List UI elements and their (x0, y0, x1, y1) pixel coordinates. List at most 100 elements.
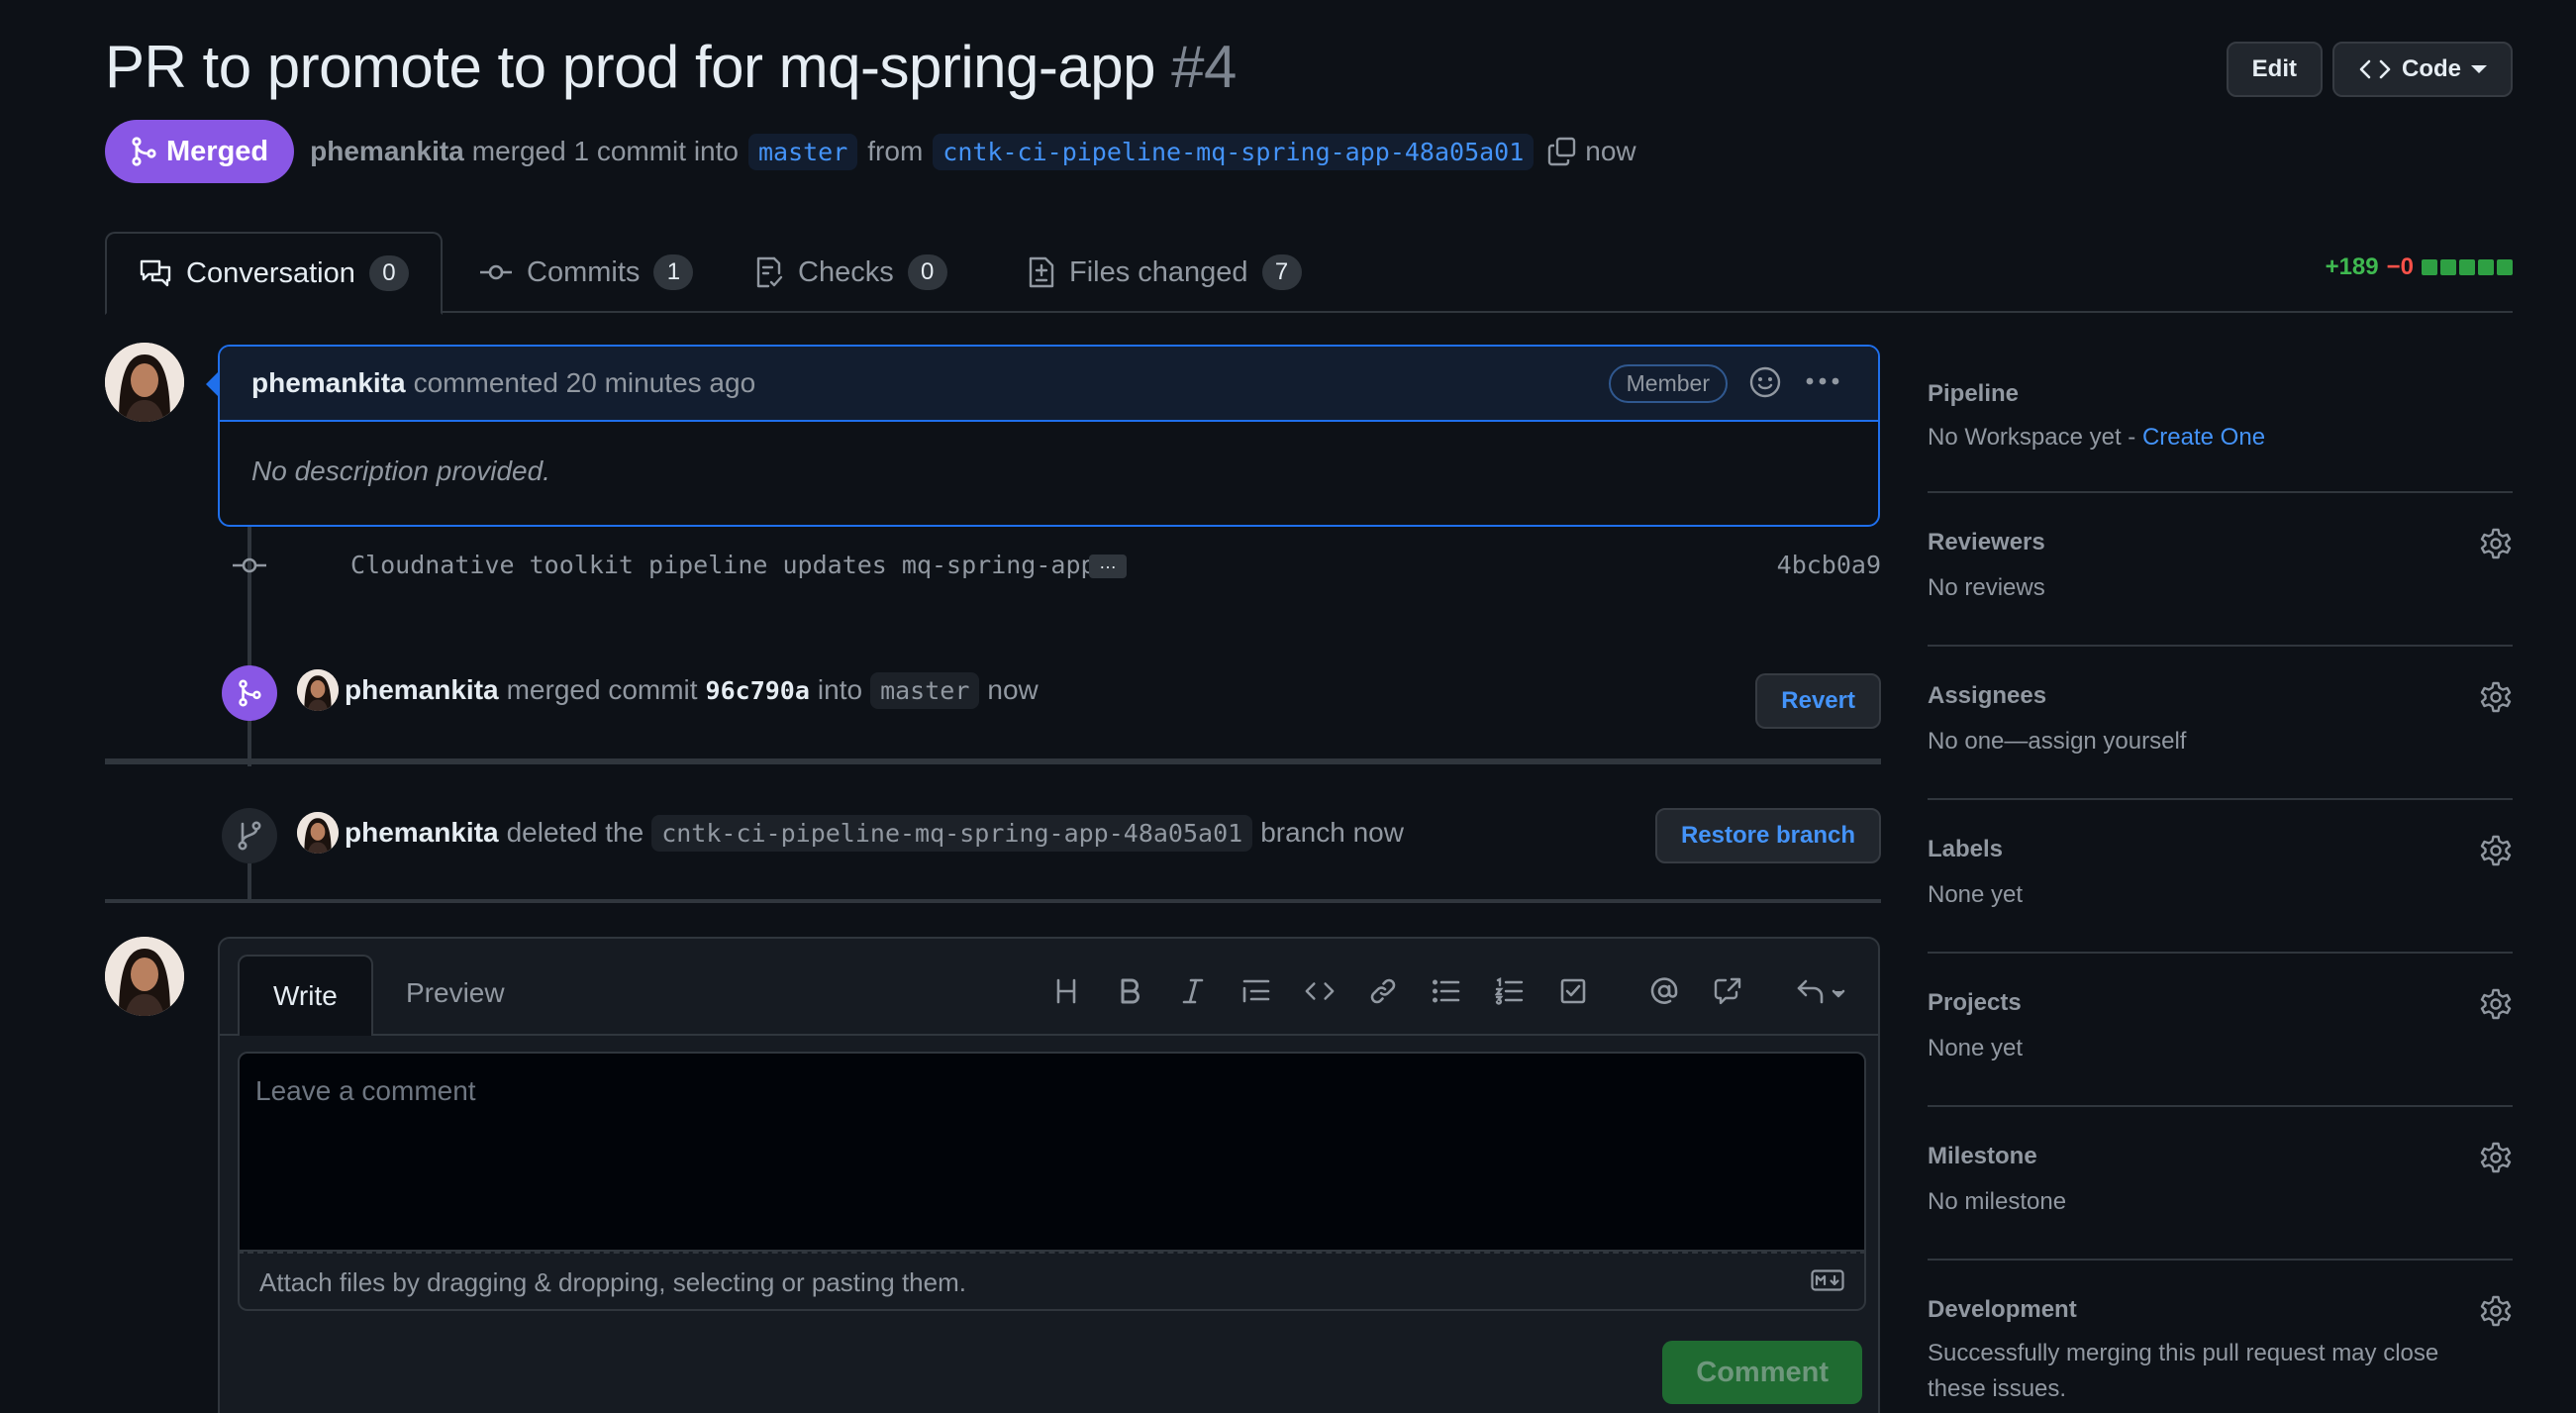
sidebar-milestone-title: Milestone (1928, 1143, 2037, 1169)
cross-reference-icon[interactable] (1696, 966, 1759, 1016)
sidebar-projects-title: Projects (1928, 989, 2022, 1016)
tab-preview[interactable]: Preview (372, 955, 539, 1032)
sidebar-labels-title: Labels (1928, 836, 2004, 862)
sidebar-reviewers[interactable]: Reviewers No reviews (1928, 493, 2513, 647)
sidebar-development[interactable]: Development Successfully merging this pu… (1928, 1261, 2513, 1413)
pr-header: PR to promote to prod for mq-spring-app … (105, 30, 2513, 109)
tab-files-changed-count: 7 (1261, 254, 1302, 290)
quote-icon[interactable] (1225, 966, 1288, 1016)
commit-message[interactable]: Cloudnative toolkit pipeline updates mq-… (350, 551, 1096, 579)
pr-title: PR to promote to prod for mq-spring-app … (105, 30, 2513, 105)
sidebar-projects-value: None yet (1928, 1035, 2024, 1061)
git-branch-icon (222, 808, 277, 863)
avatar[interactable] (105, 343, 184, 422)
pr-meta: Merged phemankita merged 1 commit into m… (105, 120, 1636, 183)
markdown-icon[interactable] (1811, 1269, 1844, 1291)
pr-tabs: Conversation 0 Commits 1 Checks 0 Files … (105, 232, 2513, 315)
mention-icon[interactable] (1633, 966, 1696, 1016)
comment-textarea[interactable]: Leave a comment (238, 1052, 1866, 1252)
gear-icon[interactable] (2479, 834, 2513, 867)
comment-author[interactable]: phemankita (251, 367, 406, 399)
reply-undo-icon[interactable] (1787, 966, 1858, 1016)
avatar[interactable] (297, 812, 339, 854)
diffstat-additions: +189 (2325, 253, 2379, 280)
code-icon[interactable] (1288, 966, 1351, 1016)
gear-icon[interactable] (2479, 1294, 2513, 1328)
merge-commit-sha[interactable]: 96c790a (706, 676, 810, 705)
avatar[interactable] (297, 669, 339, 711)
gear-icon[interactable] (2479, 987, 2513, 1021)
tab-write[interactable]: Write (238, 955, 373, 1036)
branch-deleted-action: deleted the (506, 817, 644, 848)
tab-files-changed[interactable]: Files changed 7 (996, 232, 1334, 313)
sidebar-assignees-value[interactable]: No one—assign yourself (1928, 724, 2513, 759)
merge-target-branch[interactable]: master (870, 671, 980, 709)
sidebar-projects[interactable]: Projects None yet (1928, 954, 2513, 1107)
kebab-horizontal-icon[interactable] (1805, 376, 1840, 386)
pr-sidebar: Pipeline No Workspace yet - Create One R… (1928, 347, 2513, 1413)
diffstat: +189 −0 (2326, 253, 2513, 281)
commit-expand-button[interactable]: … (1089, 554, 1127, 578)
heading-icon[interactable] (1035, 966, 1098, 1016)
author-role-badge: Member (1608, 364, 1728, 403)
avatar[interactable] (105, 937, 184, 1016)
sidebar-pipeline-title: Pipeline (1928, 380, 2020, 407)
code-button[interactable]: Code (2332, 42, 2513, 97)
pr-author[interactable]: phemankita (310, 136, 464, 167)
task-list-icon[interactable] (1541, 966, 1605, 1016)
git-merge-icon (222, 665, 277, 721)
gear-icon[interactable] (2479, 1141, 2513, 1174)
diffstat-deletions: −0 (2386, 253, 2414, 280)
link-icon[interactable] (1351, 966, 1415, 1016)
sidebar-development-value: Successfully merging this pull request m… (1928, 1340, 2439, 1402)
attach-files-area[interactable]: Attach files by dragging & dropping, sel… (238, 1252, 1866, 1311)
sidebar-milestone-value: No milestone (1928, 1188, 2067, 1215)
timeline-divider (105, 899, 1881, 903)
edit-button-label: Edit (2251, 55, 2297, 82)
revert-button[interactable]: Revert (1755, 673, 1881, 729)
edit-button[interactable]: Edit (2226, 42, 2323, 97)
sidebar-assignees-title: Assignees (1928, 682, 2047, 709)
branch-deleted-author[interactable]: phemankita (345, 817, 499, 849)
ordered-list-icon[interactable] (1478, 966, 1541, 1016)
comment-submit-button[interactable]: Comment (1662, 1341, 1862, 1404)
composer-tab-divider (220, 1034, 1878, 1036)
bold-icon[interactable] (1098, 966, 1161, 1016)
sidebar-reviewers-title: Reviewers (1928, 529, 2045, 555)
chevron-down-icon (2471, 65, 2487, 73)
base-branch[interactable]: master (747, 133, 858, 170)
commit-sha[interactable]: 4bcb0a9 (1777, 551, 1881, 579)
tab-checks[interactable]: Checks 0 (723, 232, 979, 313)
unordered-list-icon[interactable] (1415, 966, 1478, 1016)
sidebar-milestone[interactable]: Milestone No milestone (1928, 1107, 2513, 1261)
sidebar-assignees[interactable]: Assignees No one—assign yourself (1928, 647, 2513, 800)
git-commit-icon (479, 262, 513, 282)
italic-icon[interactable] (1161, 966, 1225, 1016)
merge-event-author[interactable]: phemankita (345, 674, 499, 706)
checklist-icon (754, 255, 784, 289)
sidebar-labels[interactable]: Labels None yet (1928, 800, 2513, 954)
git-merge-icon (131, 137, 156, 166)
smiley-icon[interactable] (1747, 364, 1783, 400)
create-workspace-link[interactable]: Create One (2142, 424, 2265, 451)
timeline-divider (105, 758, 1881, 764)
sidebar-labels-value: None yet (1928, 881, 2024, 908)
gear-icon[interactable] (2479, 527, 2513, 560)
diffstat-bar (2422, 259, 2513, 275)
merge-time: now (1585, 136, 1636, 166)
sidebar-reviewers-value: No reviews (1928, 574, 2045, 601)
pr-title-text: PR to promote to prod for mq-spring-app (105, 34, 1156, 100)
tab-files-changed-label: Files changed (1069, 255, 1248, 288)
restore-branch-button[interactable]: Restore branch (1654, 808, 1881, 863)
gear-icon[interactable] (2479, 680, 2513, 714)
merge-event: phemankita merged commit 96c790a into ma… (222, 665, 1881, 729)
merge-event-into: into (817, 674, 863, 705)
head-branch[interactable]: cntk-ci-pipeline-mq-spring-app-48a05a01 (933, 133, 1535, 170)
tab-conversation-count: 0 (368, 255, 409, 291)
copy-icon[interactable] (1547, 137, 1577, 166)
tab-commits[interactable]: Commits 1 (447, 232, 725, 313)
tab-conversation[interactable]: Conversation 0 (105, 232, 443, 315)
merged-status-label: Merged (166, 135, 269, 167)
attach-files-hint: Attach files by dragging & dropping, sel… (259, 1267, 966, 1297)
code-icon (2358, 58, 2392, 80)
